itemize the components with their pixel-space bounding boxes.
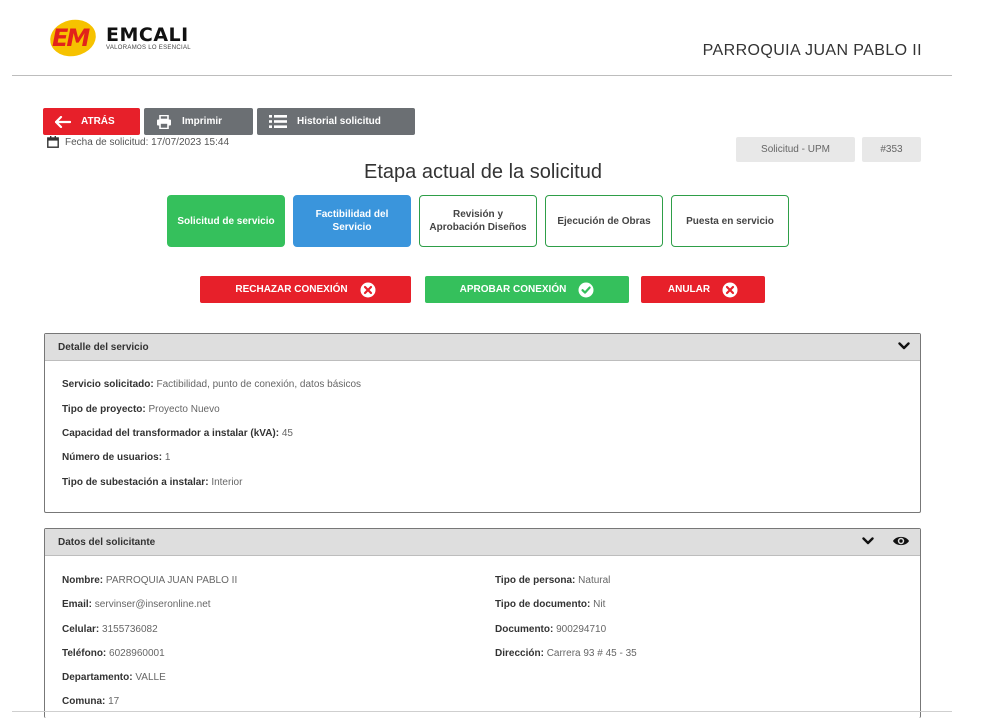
field-label: Tipo de documento: xyxy=(495,599,591,610)
print-button[interactable]: Imprimir xyxy=(144,108,253,135)
emcali-logo-mark: EM xyxy=(44,15,102,61)
cancel-request-button[interactable]: ANULAR xyxy=(641,276,765,303)
field-value: 17 xyxy=(108,696,120,707)
field-value: 45 xyxy=(281,428,293,439)
field-value: Nit xyxy=(593,599,606,610)
field-value: Factibilidad, punto de conexión, datos b… xyxy=(156,379,362,390)
print-button-label: Imprimir xyxy=(182,116,223,127)
history-button-label: Historial solicitud xyxy=(297,116,381,127)
chevron-down-icon[interactable] xyxy=(862,537,874,548)
field-value: servinser@inseronline.net xyxy=(94,599,211,610)
field-label: Tipo de persona: xyxy=(495,575,576,586)
step-revision-aprobacion-disenos[interactable]: Revisión y Aprobación Diseños xyxy=(419,195,537,247)
list-icon xyxy=(269,115,287,128)
back-button[interactable]: ATRÁS xyxy=(43,108,140,135)
field-value: Natural xyxy=(578,575,611,586)
field-label: Número de usuarios: xyxy=(62,452,163,463)
reject-connection-label: RECHAZAR CONEXIÓN xyxy=(235,284,348,295)
field-value: Interior xyxy=(211,477,243,488)
service-detail-panel: Detalle del servicio Servicio solicitado… xyxy=(44,333,921,513)
field-label: Documento: xyxy=(495,624,554,635)
field-label: Nombre: xyxy=(62,575,104,586)
field-comuna: Comuna: 17 xyxy=(62,696,119,707)
field-email: Email: servinser@inseronline.net xyxy=(62,599,211,610)
printer-icon xyxy=(156,114,172,129)
field-value: 900294710 xyxy=(556,624,607,635)
field-tipo-documento: Tipo de documento: Nit xyxy=(495,599,605,610)
step-solicitud-servicio[interactable]: Solicitud de servicio xyxy=(167,195,285,247)
field-label: Celular: xyxy=(62,624,100,635)
eye-icon[interactable] xyxy=(892,535,910,550)
chevron-down-icon[interactable] xyxy=(898,342,910,353)
field-departamento: Departamento: VALLE xyxy=(62,672,166,683)
logo-tagline: VALORAMOS LO ESENCIAL xyxy=(106,45,191,51)
stage-stepper: Solicitud de servicio Factibilidad del S… xyxy=(167,195,789,247)
header-title: PARROQUIA JUAN PABLO II xyxy=(702,42,922,59)
arrow-left-icon xyxy=(55,115,71,128)
reject-connection-button[interactable]: RECHAZAR CONEXIÓN xyxy=(200,276,411,303)
request-date-text: Fecha de solicitud: 17/07/2023 15:44 xyxy=(65,136,230,148)
field-label: Comuna: xyxy=(62,696,106,707)
close-circle-icon xyxy=(360,282,376,298)
field-label: Servicio solicitado: xyxy=(62,379,154,390)
applicant-header[interactable]: Datos del solicitante xyxy=(45,529,920,556)
step-ejecucion-obras[interactable]: Ejecución de Obras xyxy=(545,195,663,247)
field-value: PARROQUIA JUAN PABLO II xyxy=(105,575,238,586)
field-documento: Documento: 900294710 xyxy=(495,624,606,635)
check-circle-icon xyxy=(578,282,594,298)
step-puesta-servicio[interactable]: Puesta en servicio xyxy=(671,195,789,247)
cancel-request-label: ANULAR xyxy=(667,284,711,295)
applicant-panel: Datos del solicitante Nombre: PARROQUIA … xyxy=(44,528,921,718)
calendar-icon xyxy=(47,136,59,148)
approve-connection-button[interactable]: APROBAR CONEXIÓN xyxy=(425,276,629,303)
field-direccion: Dirección: Carrera 93 # 45 - 35 xyxy=(495,648,637,659)
field-label: Departamento: xyxy=(62,672,133,683)
field-servicio-solicitado: Servicio solicitado: Factibilidad, punto… xyxy=(62,379,361,390)
service-detail-title: Detalle del servicio xyxy=(58,341,149,353)
field-capacidad-transformador: Capacidad del transformador a instalar (… xyxy=(62,428,293,439)
field-label: Dirección: xyxy=(495,648,544,659)
stage-title: Etapa actual de la solicitud xyxy=(364,161,602,183)
request-date: Fecha de solicitud: 17/07/2023 15:44 xyxy=(47,136,229,148)
request-number-chip: #353 xyxy=(862,137,921,162)
applicant-title: Datos del solicitante xyxy=(58,536,156,548)
request-type-chip: Solicitud - UPM xyxy=(736,137,855,162)
step-factibilidad-servicio[interactable]: Factibilidad del Servicio xyxy=(293,195,411,247)
page-header: EM EMCALI VALORAMOS LO ESENCIAL PARROQUI… xyxy=(0,0,1000,76)
field-label: Tipo de proyecto: xyxy=(62,404,146,415)
field-nombre: Nombre: PARROQUIA JUAN PABLO II xyxy=(62,575,237,586)
logo-name: EMCALI xyxy=(106,24,189,46)
field-value: Proyecto Nuevo xyxy=(148,404,220,415)
close-circle-icon xyxy=(722,282,738,298)
field-value: Carrera 93 # 45 - 35 xyxy=(546,648,637,659)
service-detail-header[interactable]: Detalle del servicio xyxy=(45,334,920,361)
bottom-divider xyxy=(12,711,952,712)
field-tipo-proyecto: Tipo de proyecto: Proyecto Nuevo xyxy=(62,404,220,415)
field-label: Capacidad del transformador a instalar (… xyxy=(62,428,280,439)
field-value: 6028960001 xyxy=(109,648,165,659)
field-telefono: Teléfono: 6028960001 xyxy=(62,648,165,659)
logo-em-letters: EM xyxy=(52,24,90,52)
field-celular: Celular: 3155736082 xyxy=(62,624,158,635)
field-tipo-persona: Tipo de persona: Natural xyxy=(495,575,610,586)
back-button-label: ATRÁS xyxy=(81,116,115,127)
emcali-logo[interactable]: EM EMCALI VALORAMOS LO ESENCIAL xyxy=(44,15,191,61)
field-value: VALLE xyxy=(135,672,166,683)
approve-connection-label: APROBAR CONEXIÓN xyxy=(459,284,567,295)
history-button[interactable]: Historial solicitud xyxy=(257,108,415,135)
field-label: Teléfono: xyxy=(62,648,107,659)
toolbar: ATRÁS Imprimir Historial solicitud xyxy=(43,108,415,135)
field-numero-usuarios: Número de usuarios: 1 xyxy=(62,452,170,463)
field-label: Tipo de subestación a instalar: xyxy=(62,477,209,488)
field-value: 3155736082 xyxy=(102,624,158,635)
header-divider xyxy=(12,75,952,76)
field-tipo-subestacion: Tipo de subestación a instalar: Interior xyxy=(62,477,242,488)
field-label: Email: xyxy=(62,599,93,610)
field-value: 1 xyxy=(164,452,171,463)
